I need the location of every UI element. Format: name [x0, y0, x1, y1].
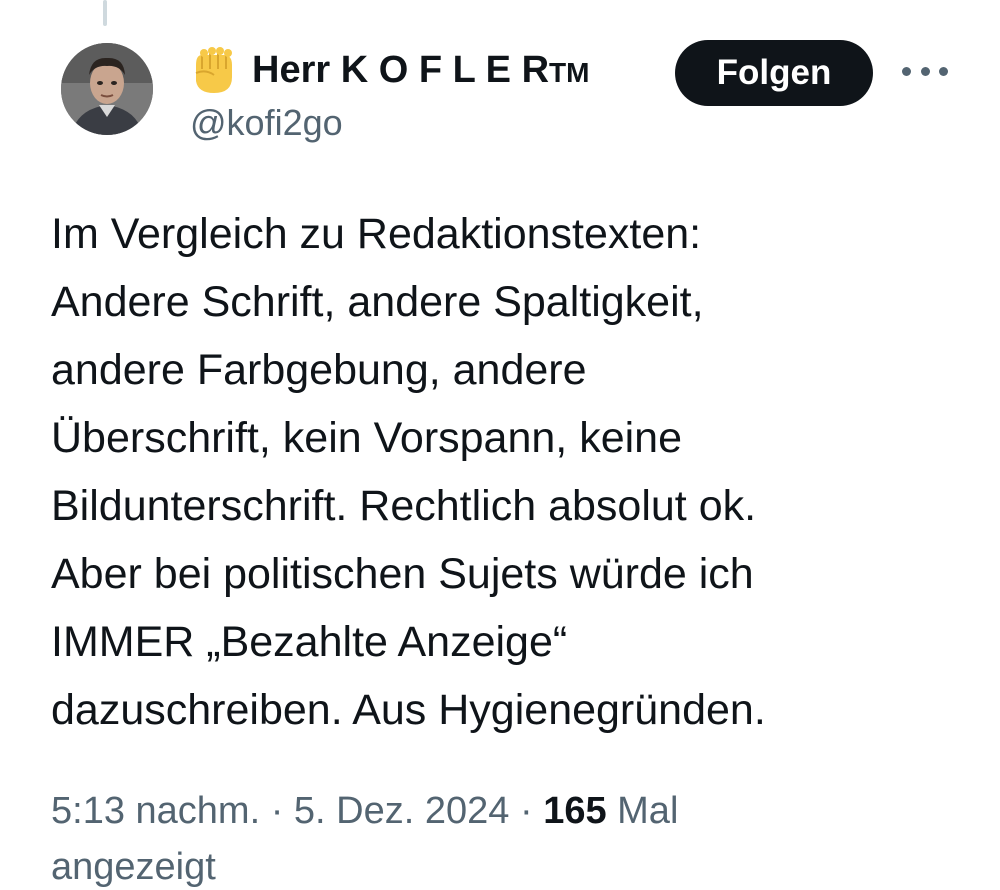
trademark-suffix: TM	[549, 56, 590, 88]
tweet-text-line: Bildunterschrift. Rechtlich absolut ok.	[51, 482, 757, 530]
metadata-line: 5:13 nachm. · 5. Dez. 2024 · 165 Mal	[51, 783, 951, 839]
separator-dot: ·	[509, 790, 544, 832]
tweet-text-line: Aber bei politischen Sujets würde ich	[51, 550, 754, 598]
raised-fist-emoji-icon	[188, 43, 238, 97]
tweet-time[interactable]: 5:13 nachm.	[51, 790, 260, 832]
author-handle[interactable]: @kofi2go	[190, 102, 589, 144]
views-label: angezeigt	[51, 846, 216, 888]
tweet-text-line: Überschrift, kein Vorspann, keine	[51, 414, 682, 462]
separator-dot: ·	[260, 790, 294, 832]
tweet-text-line: Im Vergleich zu Redaktionstexten:	[51, 210, 702, 258]
tweet-header: Herr K O F L E RTM @kofi2go	[188, 40, 589, 144]
tweet-text: Im Vergleich zu Redaktionstexten: Andere…	[51, 200, 971, 744]
tweet: Herr K O F L E RTM @kofi2go Folgen Im Ve…	[0, 0, 1000, 890]
tweet-date[interactable]: 5. Dez. 2024	[294, 790, 509, 832]
author-display-name: Herr K O F L E RTM	[252, 48, 590, 91]
tweet-text-line: dazuschreiben. Aus Hygienegründen.	[51, 686, 766, 734]
tweet-text-line: Andere Schrift, andere Spaltigkeit,	[51, 278, 704, 326]
tweet-text-line: andere Farbgebung, andere	[51, 346, 587, 394]
person-portrait-icon	[61, 43, 153, 135]
tweet-text-line: IMMER „Bezahlte Anzeige“	[51, 618, 568, 666]
follow-button[interactable]: Folgen	[675, 40, 873, 106]
author-name-row[interactable]: Herr K O F L E RTM	[188, 40, 589, 100]
tweet-metadata: 5:13 nachm. · 5. Dez. 2024 · 165 Mal ang…	[51, 783, 951, 890]
views-suffix: Mal	[606, 790, 679, 832]
thread-connector-line	[103, 0, 107, 26]
more-options-icon[interactable]	[902, 58, 948, 84]
views-count[interactable]: 165	[543, 790, 606, 832]
avatar[interactable]	[61, 43, 153, 135]
